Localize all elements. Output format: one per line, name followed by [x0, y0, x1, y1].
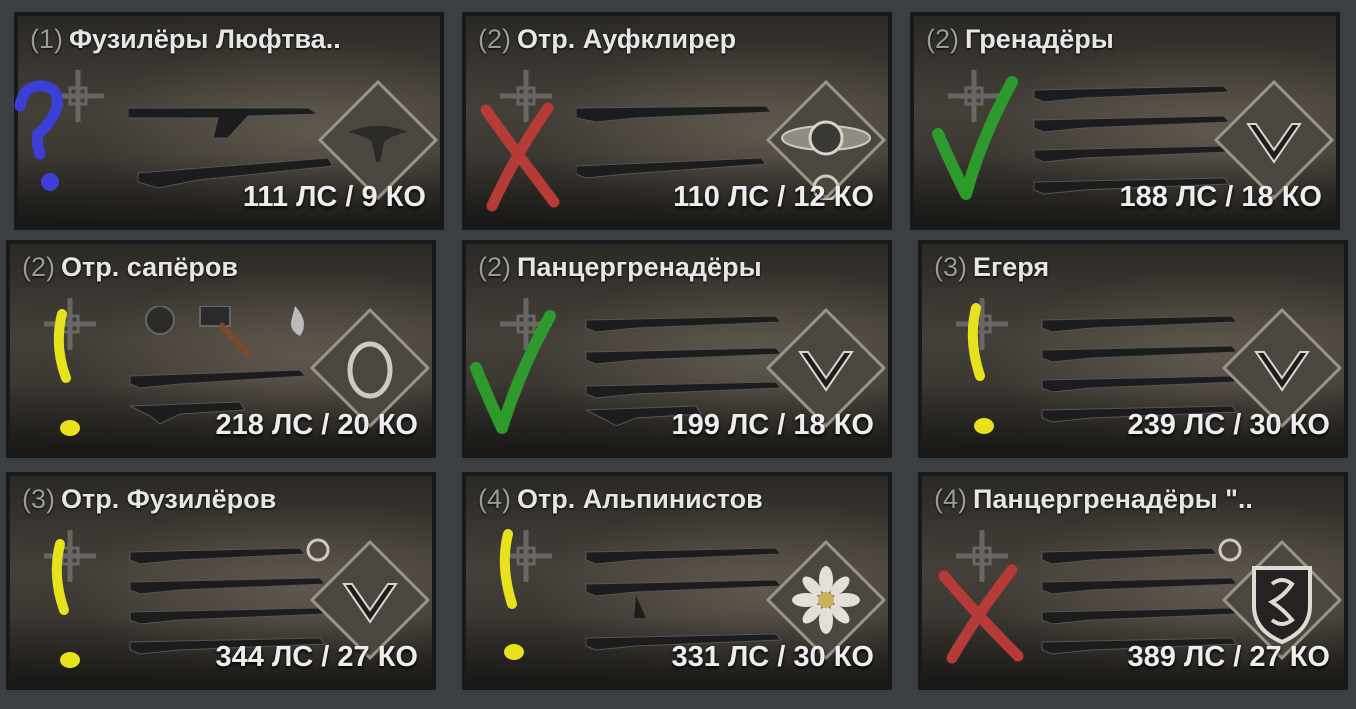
- squad-name: Фузилёры Люфтва..: [69, 24, 341, 54]
- weapons-loadout-icon: [576, 105, 773, 179]
- weapons-loadout-icon: [585, 547, 783, 651]
- squad-title: (4) Панцергренадёры "..: [934, 484, 1334, 515]
- squad-name: Гренадёры: [965, 24, 1114, 54]
- exclamation-mark-annotation: [499, 529, 524, 660]
- squad-name: Панцергренадёры: [517, 252, 762, 282]
- squad-stats: 111 ЛС / 9 КО: [242, 181, 426, 213]
- weapons-loadout-icon: [129, 538, 330, 655]
- squad-tier: (2): [22, 252, 55, 282]
- squad-tier: (3): [22, 484, 55, 514]
- squad-tier: (4): [934, 484, 967, 514]
- squad-title: (3) Егеря: [934, 252, 1334, 283]
- weapons-loadout-icon: [129, 306, 307, 425]
- squad-stats: 331 ЛС / 30 КО: [671, 641, 874, 673]
- squad-title: (2) Отр. Ауфклирер: [478, 24, 878, 55]
- cross-mark-annotation: [938, 564, 1024, 664]
- squad-title: (2) Панцергренадёры: [478, 252, 878, 283]
- squad-name: Отр. Фузилёров: [61, 484, 277, 514]
- squad-title: (4) Отр. Альпинистов: [478, 484, 878, 515]
- squad-stats: 239 ЛС / 30 КО: [1127, 409, 1330, 441]
- squad-tier: (4): [478, 484, 511, 514]
- exclamation-mark-annotation: [51, 539, 80, 668]
- squad-card[interactable]: (1) Фузилёры Люфтва.. 111 ЛС / 9 КО: [14, 12, 444, 230]
- squad-tier: (3): [934, 252, 967, 282]
- squad-grid: (1) Фузилёры Люфтва.. 111 ЛС / 9 КО (2) От…: [0, 0, 1356, 709]
- squad-title: (2) Гренадёры: [926, 24, 1326, 55]
- squad-name: Отр. Альпинистов: [517, 484, 763, 514]
- weapons-loadout-icon: [585, 315, 783, 426]
- check-mark-annotation: [470, 310, 556, 434]
- squad-title: (2) Отр. сапёров: [22, 252, 422, 283]
- weapons-loadout-icon: [128, 107, 334, 189]
- squad-tier: (2): [478, 252, 511, 282]
- squad-name: Панцергренадёры "..: [973, 484, 1253, 514]
- squad-name: Отр. сапёров: [61, 252, 238, 282]
- cross-mark-annotation: [480, 102, 560, 212]
- squad-name: Егеря: [973, 252, 1050, 282]
- squad-stats: 218 ЛС / 20 КО: [215, 409, 418, 441]
- weapons-loadout-icon: [1041, 538, 1242, 655]
- squad-stats: 389 ЛС / 27 КО: [1127, 641, 1330, 673]
- squad-tier: (1): [30, 24, 63, 54]
- check-mark-annotation: [932, 76, 1018, 200]
- squad-stats: 344 ЛС / 27 КО: [215, 641, 418, 673]
- squad-tier: (2): [478, 24, 511, 54]
- weapons-loadout-icon: [1033, 85, 1231, 195]
- squad-stats: 188 ЛС / 18 КО: [1119, 181, 1322, 213]
- squad-title: (1) Фузилёры Люфтва..: [30, 24, 430, 55]
- exclamation-mark-annotation: [967, 303, 994, 434]
- squad-title: (3) Отр. Фузилёров: [22, 484, 422, 515]
- squad-name: Отр. Ауфклирер: [517, 24, 737, 54]
- squad-stats: 110 ЛС / 12 КО: [673, 181, 874, 213]
- squad-stats: 199 ЛС / 18 КО: [671, 409, 874, 441]
- weapons-loadout-icon: [1041, 315, 1239, 423]
- exclamation-mark-annotation: [53, 309, 80, 436]
- squad-tier: (2): [926, 24, 959, 54]
- question-mark-annotation: [14, 80, 63, 191]
